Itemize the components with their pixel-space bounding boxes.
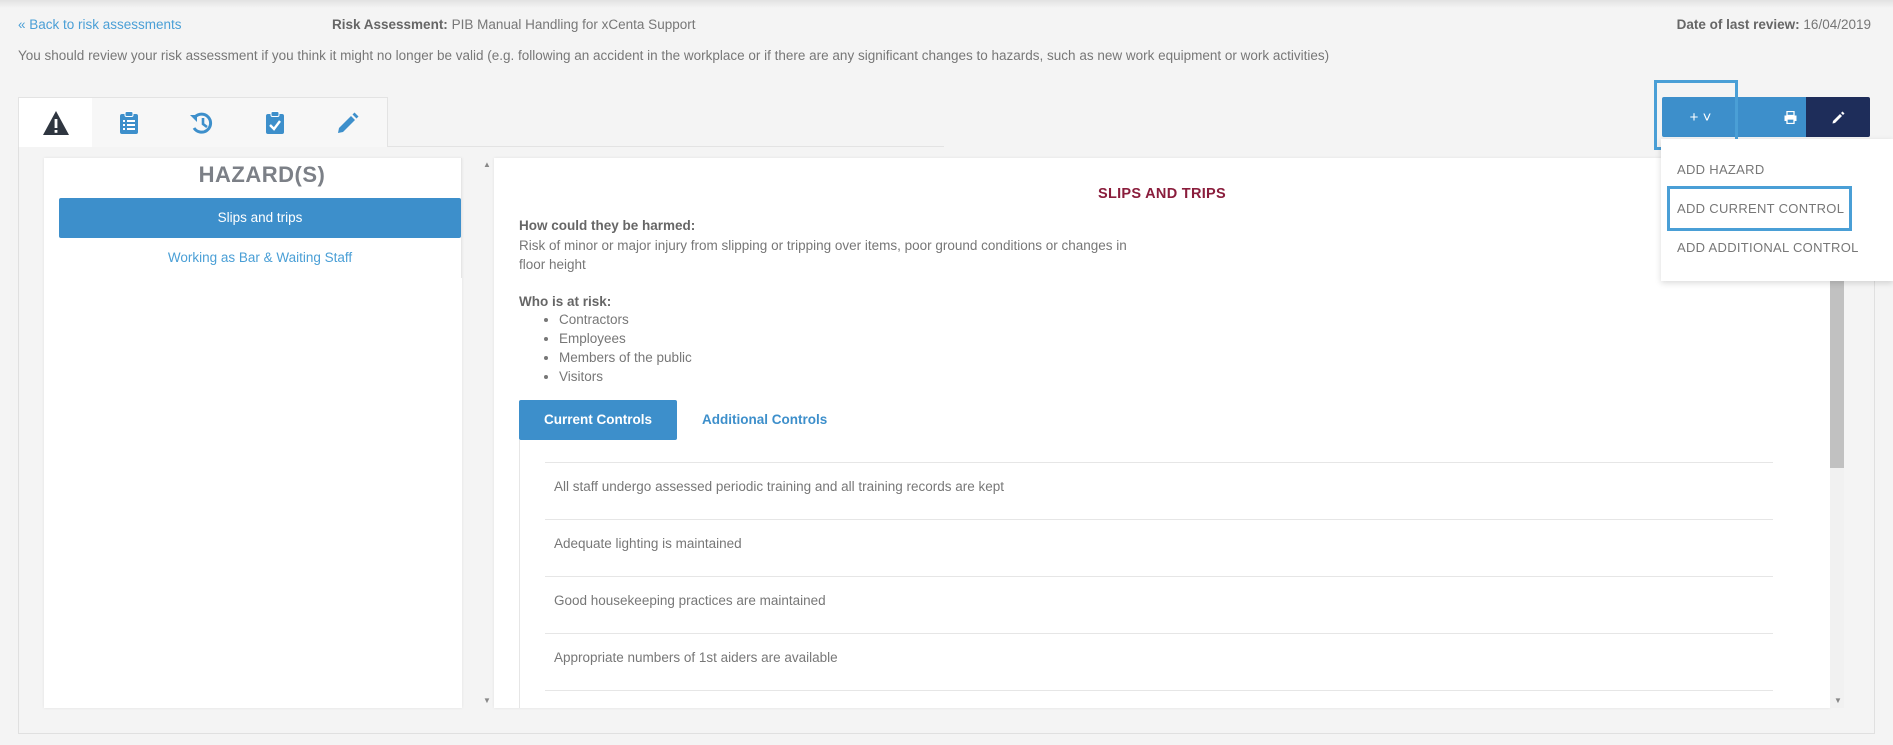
tab-additional-controls[interactable]: Additional Controls xyxy=(677,400,852,440)
scroll-down-icon[interactable]: ▼ xyxy=(1834,696,1842,705)
at-risk-label: Who is at risk: xyxy=(519,294,612,309)
list-item: Visitors xyxy=(559,367,692,386)
left-scrollbar[interactable]: ▲ ▼ xyxy=(478,158,494,708)
page-title: Risk Assessment: PIB Manual Handling for… xyxy=(332,17,695,32)
control-tabs: Current Controls Additional Controls xyxy=(519,400,852,440)
history-icon xyxy=(189,112,212,134)
tab-edit[interactable] xyxy=(311,98,384,147)
print-button[interactable] xyxy=(1774,97,1806,137)
add-menu: ADD HAZARD ADD CURRENT CONTROL ADD ADDIT… xyxy=(1661,139,1893,281)
hazard-detail-panel: SLIPS AND TRIPS How could they be harmed… xyxy=(494,158,1831,708)
control-row xyxy=(545,690,1773,708)
back-to-risk-assessments-link[interactable]: « Back to risk assessments xyxy=(18,17,182,32)
hazards-heading: HAZARD(S) xyxy=(198,162,326,187)
list-item: Employees xyxy=(559,329,692,348)
assessment-tabs xyxy=(18,97,388,147)
tab-history[interactable] xyxy=(165,98,238,147)
top-shadow xyxy=(0,0,1893,8)
tab-review[interactable] xyxy=(238,98,311,147)
add-button-label: + ˅ xyxy=(1689,108,1712,126)
clipboard-icon xyxy=(119,110,138,134)
menu-item-add-additional-control[interactable]: ADD ADDITIONAL CONTROL xyxy=(1677,240,1859,255)
tab-assessment[interactable] xyxy=(92,98,165,147)
harmed-text: Risk of minor or major injury from slipp… xyxy=(519,238,1127,272)
hazard-list-panel: HAZARD(S) Slips and trips Working as Bar… xyxy=(44,158,462,708)
clipboard-check-icon xyxy=(265,110,284,134)
title-value: PIB Manual Handling for xCenta Support xyxy=(451,17,696,32)
menu-item-add-hazard[interactable]: ADD HAZARD xyxy=(1677,162,1765,177)
add-dropdown-button[interactable]: + ˅ xyxy=(1662,97,1739,137)
pencil-icon xyxy=(337,112,358,133)
pencil-icon xyxy=(1832,111,1844,123)
review-value: 16/04/2019 xyxy=(1803,17,1871,32)
control-row: Appropriate numbers of 1st aiders are av… xyxy=(545,633,1773,690)
control-row: All staff undergo assessed periodic trai… xyxy=(545,462,1773,519)
list-item: Contractors xyxy=(559,310,692,329)
controls-list: All staff undergo assessed periodic trai… xyxy=(519,440,1831,708)
list-divider xyxy=(461,158,462,278)
tab-hazards[interactable] xyxy=(19,98,92,147)
hazard-name: SLIPS AND TRIPS xyxy=(1097,186,1227,202)
scroll-down-icon[interactable]: ▼ xyxy=(483,696,491,705)
hazard-item-bar-waiting-staff[interactable]: Working as Bar & Waiting Staff xyxy=(59,238,461,278)
hazard-item-slips-and-trips[interactable]: Slips and trips xyxy=(59,198,461,238)
button-group-fill xyxy=(1738,97,1775,137)
menu-item-add-current-control[interactable]: ADD CURRENT CONTROL xyxy=(1677,201,1844,216)
control-row: Adequate lighting is maintained xyxy=(545,519,1773,576)
title-label: Risk Assessment: xyxy=(332,17,448,32)
harmed-label: How could they be harmed: xyxy=(519,218,696,233)
warning-icon xyxy=(42,110,69,135)
scrollbar-thumb[interactable] xyxy=(1830,268,1844,468)
scroll-up-icon[interactable]: ▲ xyxy=(483,160,491,169)
review-notice: You should review your risk assessment i… xyxy=(18,48,1330,63)
review-label: Date of last review: xyxy=(1676,17,1800,32)
control-row: Good housekeeping practices are maintain… xyxy=(545,576,1773,633)
edit-button[interactable] xyxy=(1806,97,1870,137)
last-review-date: Date of last review: 16/04/2019 xyxy=(1677,17,1871,32)
print-icon xyxy=(1784,110,1796,124)
tab-current-controls[interactable]: Current Controls xyxy=(519,400,677,440)
list-item: Members of the public xyxy=(559,348,692,367)
at-risk-list: Contractors Employees Members of the pub… xyxy=(535,310,692,386)
